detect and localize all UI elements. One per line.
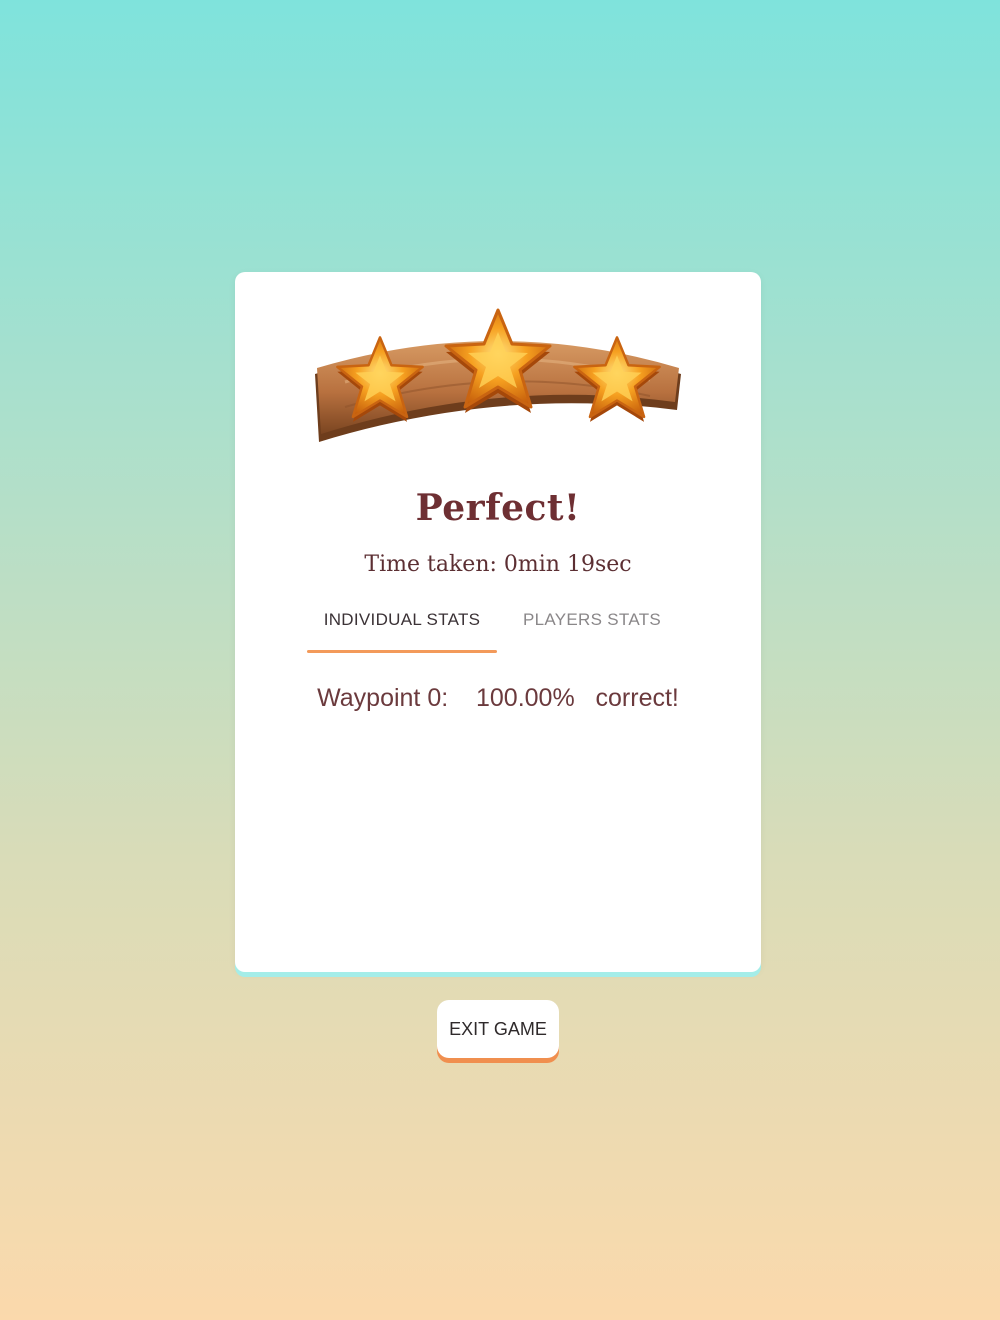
tab-players-stats[interactable]: PLAYERS STATS: [512, 602, 672, 652]
waypoint-stat-row: Waypoint 0: 100.00% correct!: [235, 684, 761, 713]
three-star-rating-icon: [315, 308, 681, 442]
stats-tabs: INDIVIDUAL STATS PLAYERS STATS: [307, 602, 697, 654]
results-card: Perfect! Time taken: 0min 19sec INDIVIDU…: [235, 272, 761, 972]
time-taken: Time taken: 0min 19sec: [364, 552, 632, 577]
waypoint-percent: 100.00%: [475, 684, 575, 712]
waypoint-label: Waypoint 0:: [317, 684, 449, 712]
waypoint-suffix: correct!: [595, 684, 679, 712]
result-title: Perfect!: [415, 487, 581, 529]
active-tab-indicator: [307, 650, 497, 653]
exit-game-button[interactable]: EXIT GAME: [437, 1000, 559, 1058]
tab-individual-stats[interactable]: INDIVIDUAL STATS: [307, 602, 497, 652]
